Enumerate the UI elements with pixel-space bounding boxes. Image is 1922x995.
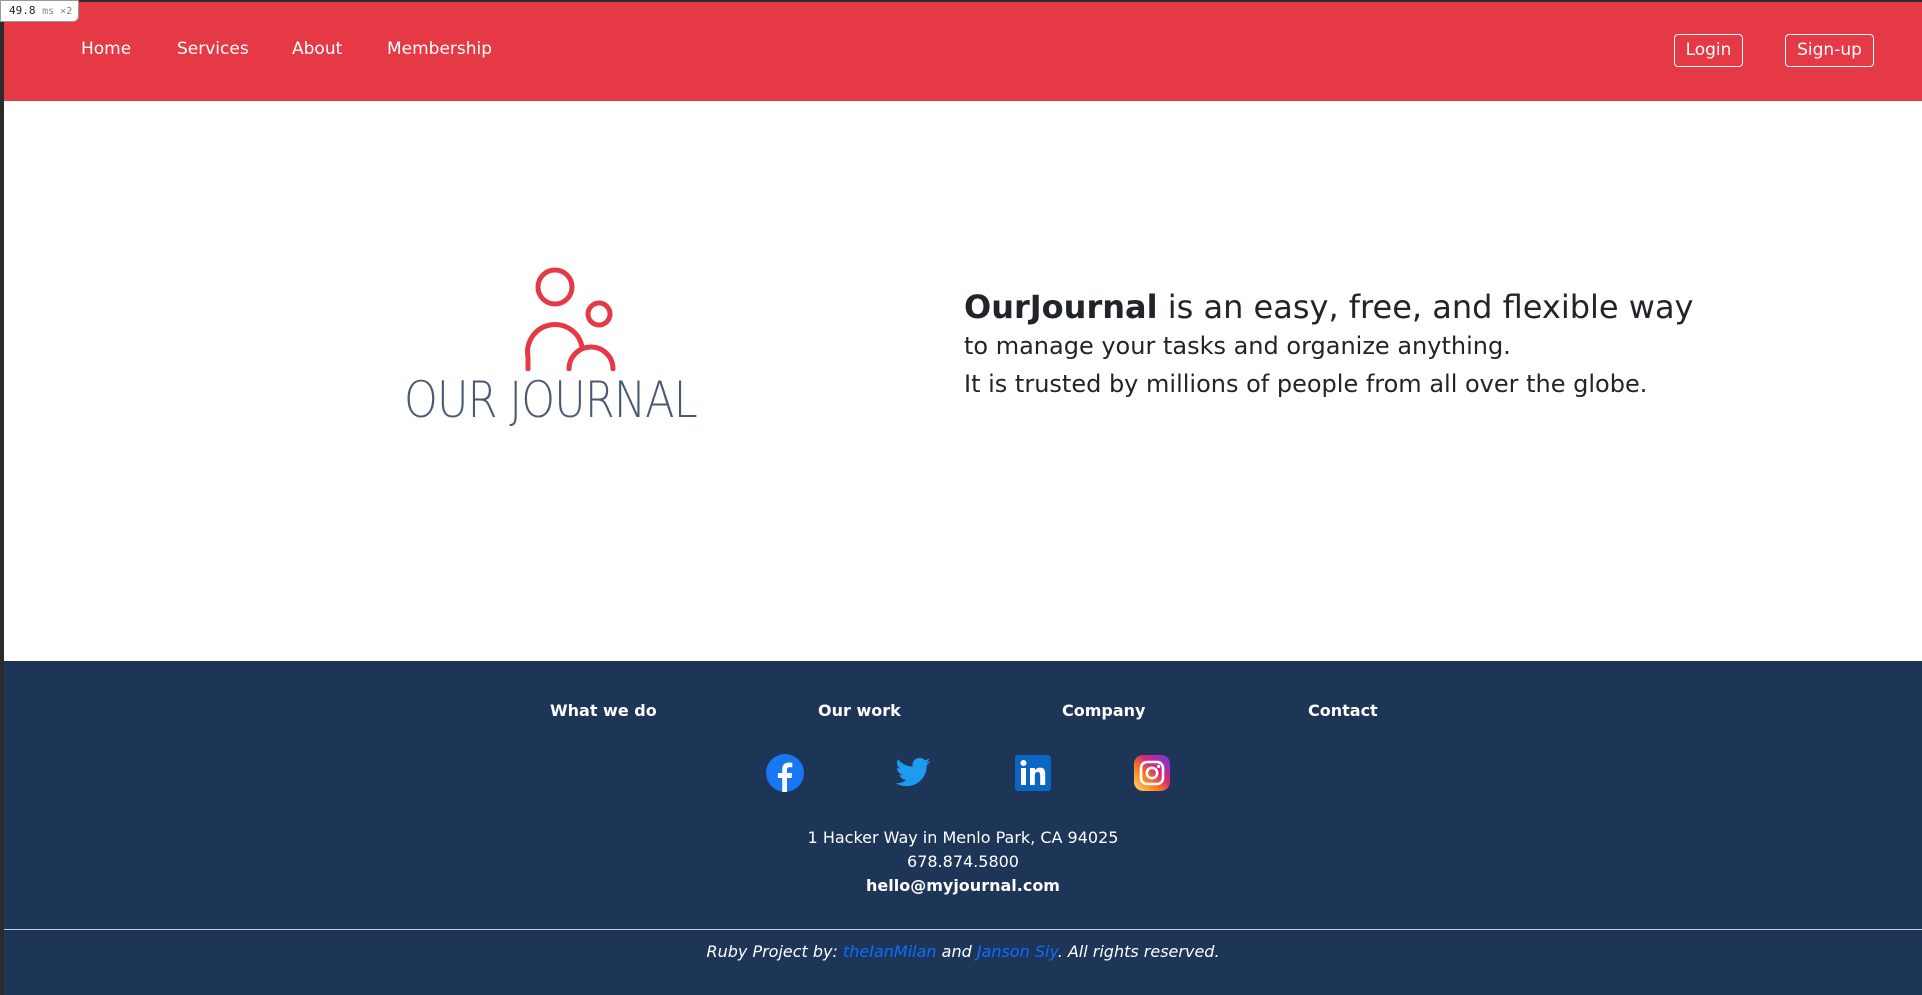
hero-tagline: OurJournal is an easy, free, and flexibl…: [964, 287, 1864, 403]
linkedin-icon[interactable]: [1014, 754, 1052, 792]
our-journal-logo: OUR JOURNAL: [404, 261, 744, 441]
author-link-2[interactable]: Janson Siy: [977, 942, 1058, 961]
credit-and: and: [936, 942, 977, 961]
facebook-icon[interactable]: [766, 754, 804, 792]
tagline-line-1-rest: is an easy, free, and flexible way: [1157, 288, 1694, 326]
perf-badge: 49.8 ms ×2: [0, 0, 80, 22]
nav-link-services[interactable]: Services: [177, 39, 249, 59]
site-footer: What we do Our work Company Contact 1 Ha…: [4, 661, 1922, 995]
top-navbar: Home Services About Membership Login Sig…: [4, 2, 1922, 101]
footer-link-our-work[interactable]: Our work: [818, 701, 901, 720]
signup-button[interactable]: Sign-up: [1785, 34, 1874, 67]
footer-link-what-we-do[interactable]: What we do: [550, 701, 657, 720]
instagram-icon[interactable]: [1133, 754, 1171, 792]
brand-name: OurJournal: [964, 288, 1158, 326]
credit-prefix: Ruby Project by:: [706, 942, 843, 961]
login-button[interactable]: Login: [1674, 34, 1743, 67]
tagline-line-3: It is trusted by millions of people from…: [964, 370, 1648, 398]
footer-divider: [4, 929, 1922, 930]
nav-link-membership[interactable]: Membership: [387, 39, 492, 59]
nav-link-home[interactable]: Home: [81, 39, 131, 59]
footer-link-contact[interactable]: Contact: [1308, 701, 1378, 720]
people-icon: [525, 267, 616, 372]
tagline-line-1: OurJournal is an easy, free, and flexibl…: [964, 287, 1864, 327]
tagline-line-2: to manage your tasks and organize anythi…: [964, 332, 1511, 360]
perf-value: 49.8: [9, 4, 36, 17]
footer-address: 1 Hacker Way in Menlo Park, CA 94025: [807, 828, 1119, 847]
perf-unit: ms ×2: [42, 6, 73, 17]
logo-text: OUR JOURNAL: [404, 371, 698, 429]
footer-credit: Ruby Project by: theIanMilan and Janson …: [4, 942, 1922, 961]
twitter-icon[interactable]: [894, 754, 932, 792]
footer-link-company[interactable]: Company: [1062, 701, 1145, 720]
footer-email[interactable]: hello@myjournal.com: [4, 876, 1922, 895]
hero-section: OUR JOURNAL OurJournal is an easy, free,…: [4, 101, 1922, 661]
author-link-1[interactable]: theIanMilan: [843, 942, 937, 961]
footer-phone: 678.874.5800: [907, 852, 1019, 871]
nav-link-about[interactable]: About: [292, 39, 342, 59]
credit-suffix: . All rights reserved.: [1057, 942, 1220, 961]
